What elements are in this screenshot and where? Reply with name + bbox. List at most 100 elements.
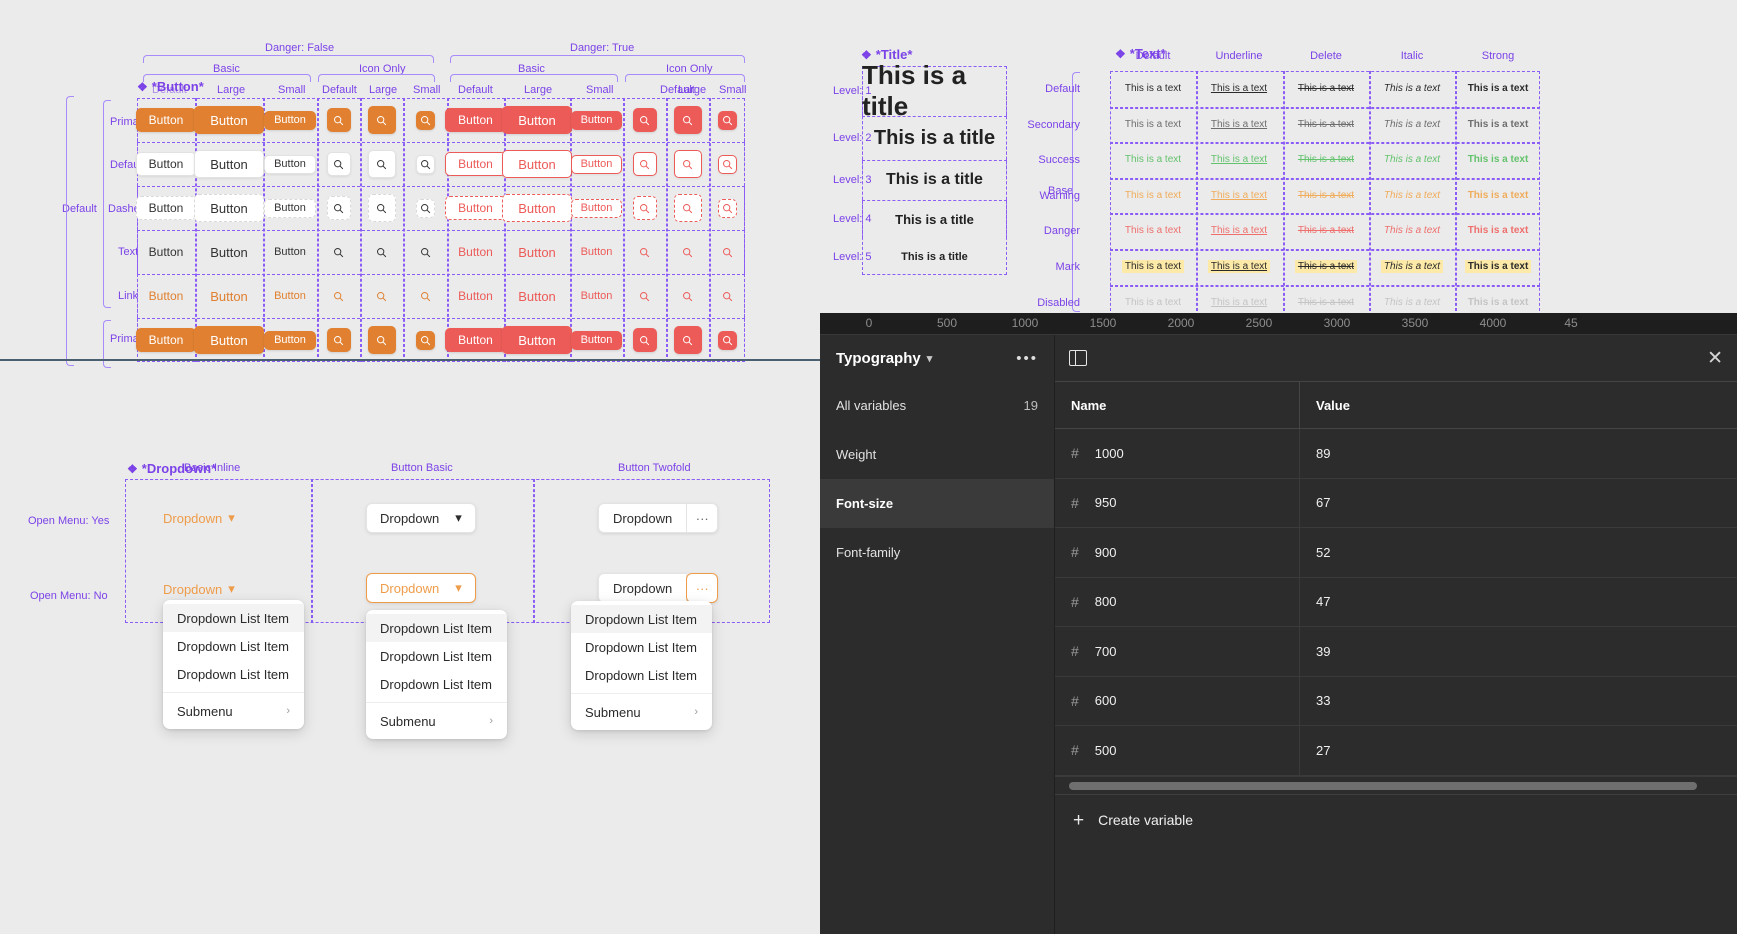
icon-button[interactable] xyxy=(367,150,396,178)
button[interactable]: Button xyxy=(445,328,506,352)
dropdown-twofold-main-button[interactable]: Dropdown xyxy=(598,573,687,603)
icon-button[interactable] xyxy=(674,282,702,310)
variables-group-row[interactable]: Font-family xyxy=(820,528,1054,577)
button[interactable]: Button xyxy=(194,282,264,310)
button[interactable]: Button xyxy=(194,238,264,266)
dropdown-list-item[interactable]: Dropdown List Item xyxy=(163,604,304,632)
variable-value-cell[interactable]: 89 xyxy=(1300,429,1737,478)
button[interactable]: Button xyxy=(136,284,197,308)
dropdown-inline-open[interactable]: Dropdown ▾ xyxy=(163,510,235,526)
button[interactable]: Button xyxy=(570,330,623,350)
dropdown-button-basic-open[interactable]: Dropdown ▾ xyxy=(366,503,476,533)
button[interactable]: Button xyxy=(135,196,197,220)
dropdown-list-item[interactable]: Dropdown List Item xyxy=(366,642,507,670)
icon-button[interactable] xyxy=(718,243,737,262)
dropdown-twofold-active[interactable]: Dropdown ··· xyxy=(598,573,719,603)
variable-value-cell[interactable]: 39 xyxy=(1300,627,1737,676)
icon-button[interactable] xyxy=(673,194,702,222)
table-row[interactable]: #950 67 xyxy=(1055,478,1737,528)
button[interactable]: Button xyxy=(445,152,506,176)
table-row[interactable]: #700 39 xyxy=(1055,627,1737,677)
icon-button[interactable] xyxy=(673,106,702,134)
icon-button[interactable] xyxy=(367,106,396,134)
icon-button[interactable] xyxy=(416,243,435,262)
icon-button[interactable] xyxy=(415,154,435,174)
table-row[interactable]: #1000 89 xyxy=(1055,429,1737,479)
dropdown-menu-inline[interactable]: Dropdown List Item Dropdown List Item Drop… xyxy=(163,600,304,729)
icon-button[interactable] xyxy=(327,284,351,308)
variable-name-cell[interactable]: #600 xyxy=(1055,676,1300,725)
button[interactable]: Button xyxy=(445,196,506,220)
button[interactable]: Button xyxy=(570,198,623,218)
column-header-name[interactable]: Name xyxy=(1055,382,1300,428)
icon-button[interactable] xyxy=(326,328,351,352)
dropdown-list-item[interactable]: Dropdown List Item xyxy=(571,661,712,689)
horizontal-scrollbar-track[interactable] xyxy=(1055,775,1737,794)
icon-button[interactable] xyxy=(632,108,657,132)
variables-group-row[interactable]: All variables 19 xyxy=(820,381,1054,430)
button[interactable]: Button xyxy=(502,150,572,178)
table-row[interactable]: #800 47 xyxy=(1055,577,1737,627)
icon-button[interactable] xyxy=(416,287,435,306)
icon-button[interactable] xyxy=(326,152,351,176)
button[interactable]: Button xyxy=(570,110,623,130)
button[interactable]: Button xyxy=(264,110,316,130)
collection-selector[interactable]: Typography ▾ xyxy=(836,350,932,367)
button[interactable]: Button xyxy=(264,154,316,174)
button[interactable]: Button xyxy=(502,238,572,266)
icon-button[interactable] xyxy=(367,326,396,354)
dropdown-twofold-open[interactable]: Dropdown ··· xyxy=(598,503,719,533)
table-row[interactable]: #600 33 xyxy=(1055,676,1737,726)
button[interactable]: Button xyxy=(264,243,316,262)
button[interactable]: Button xyxy=(264,198,316,218)
dropdown-menu-twofold[interactable]: Dropdown List Item Dropdown List Item Drop… xyxy=(571,601,712,730)
icon-button[interactable] xyxy=(633,240,657,264)
variable-name-cell[interactable]: #950 xyxy=(1055,478,1300,527)
icon-button[interactable] xyxy=(717,154,737,174)
icon-button[interactable] xyxy=(327,240,351,264)
variables-group-row[interactable]: Weight xyxy=(820,430,1054,479)
variable-value-cell[interactable]: 47 xyxy=(1300,578,1737,627)
table-row[interactable]: #500 27 xyxy=(1055,726,1737,776)
button[interactable]: Button xyxy=(445,108,506,132)
dropdown-twofold-more-button[interactable]: ··· xyxy=(686,503,719,533)
button[interactable]: Button xyxy=(135,152,197,176)
variable-value-cell[interactable]: 27 xyxy=(1300,726,1737,775)
icon-button[interactable] xyxy=(415,330,435,350)
button[interactable]: Button xyxy=(264,330,316,350)
dropdown-twofold-main-button[interactable]: Dropdown xyxy=(598,503,687,533)
button[interactable]: Button xyxy=(194,194,264,222)
table-row[interactable]: #900 52 xyxy=(1055,528,1737,578)
icon-button[interactable] xyxy=(718,287,737,306)
icon-button[interactable] xyxy=(326,108,351,132)
submenu-item[interactable]: Submenu › xyxy=(366,707,507,735)
dropdown-list-item[interactable]: Dropdown List Item xyxy=(366,614,507,642)
icon-button[interactable] xyxy=(717,198,737,218)
panel-layout-icon[interactable] xyxy=(1069,350,1087,366)
icon-button[interactable] xyxy=(673,150,702,178)
button[interactable]: Button xyxy=(194,326,264,354)
variable-value-cell[interactable]: 67 xyxy=(1300,479,1737,528)
icon-button[interactable] xyxy=(673,326,702,354)
dropdown-inline-closed[interactable]: Dropdown ▾ xyxy=(163,581,235,597)
variable-name-cell[interactable]: #1000 xyxy=(1055,429,1300,478)
icon-button[interactable] xyxy=(632,196,657,220)
button[interactable]: Button xyxy=(571,243,623,262)
button[interactable]: Button xyxy=(571,287,623,306)
button[interactable]: Button xyxy=(502,326,572,354)
dropdown-twofold-more-button[interactable]: ··· xyxy=(686,573,719,603)
button[interactable]: Button xyxy=(136,240,197,264)
close-icon[interactable]: ✕ xyxy=(1707,349,1723,368)
icon-button[interactable] xyxy=(717,110,737,130)
button[interactable]: Button xyxy=(194,106,264,134)
horizontal-scrollbar-thumb[interactable] xyxy=(1069,781,1697,790)
icon-button[interactable] xyxy=(368,238,396,266)
button[interactable]: Button xyxy=(194,150,264,178)
variable-name-cell[interactable]: #500 xyxy=(1055,726,1300,775)
button[interactable]: Button xyxy=(502,194,572,222)
variable-name-cell[interactable]: #800 xyxy=(1055,577,1300,626)
button[interactable]: Button xyxy=(445,240,506,264)
dropdown-list-item[interactable]: Dropdown List Item xyxy=(163,660,304,688)
dropdown-list-item[interactable]: Dropdown List Item xyxy=(163,632,304,660)
create-variable-button[interactable]: + Create variable xyxy=(1055,793,1737,846)
